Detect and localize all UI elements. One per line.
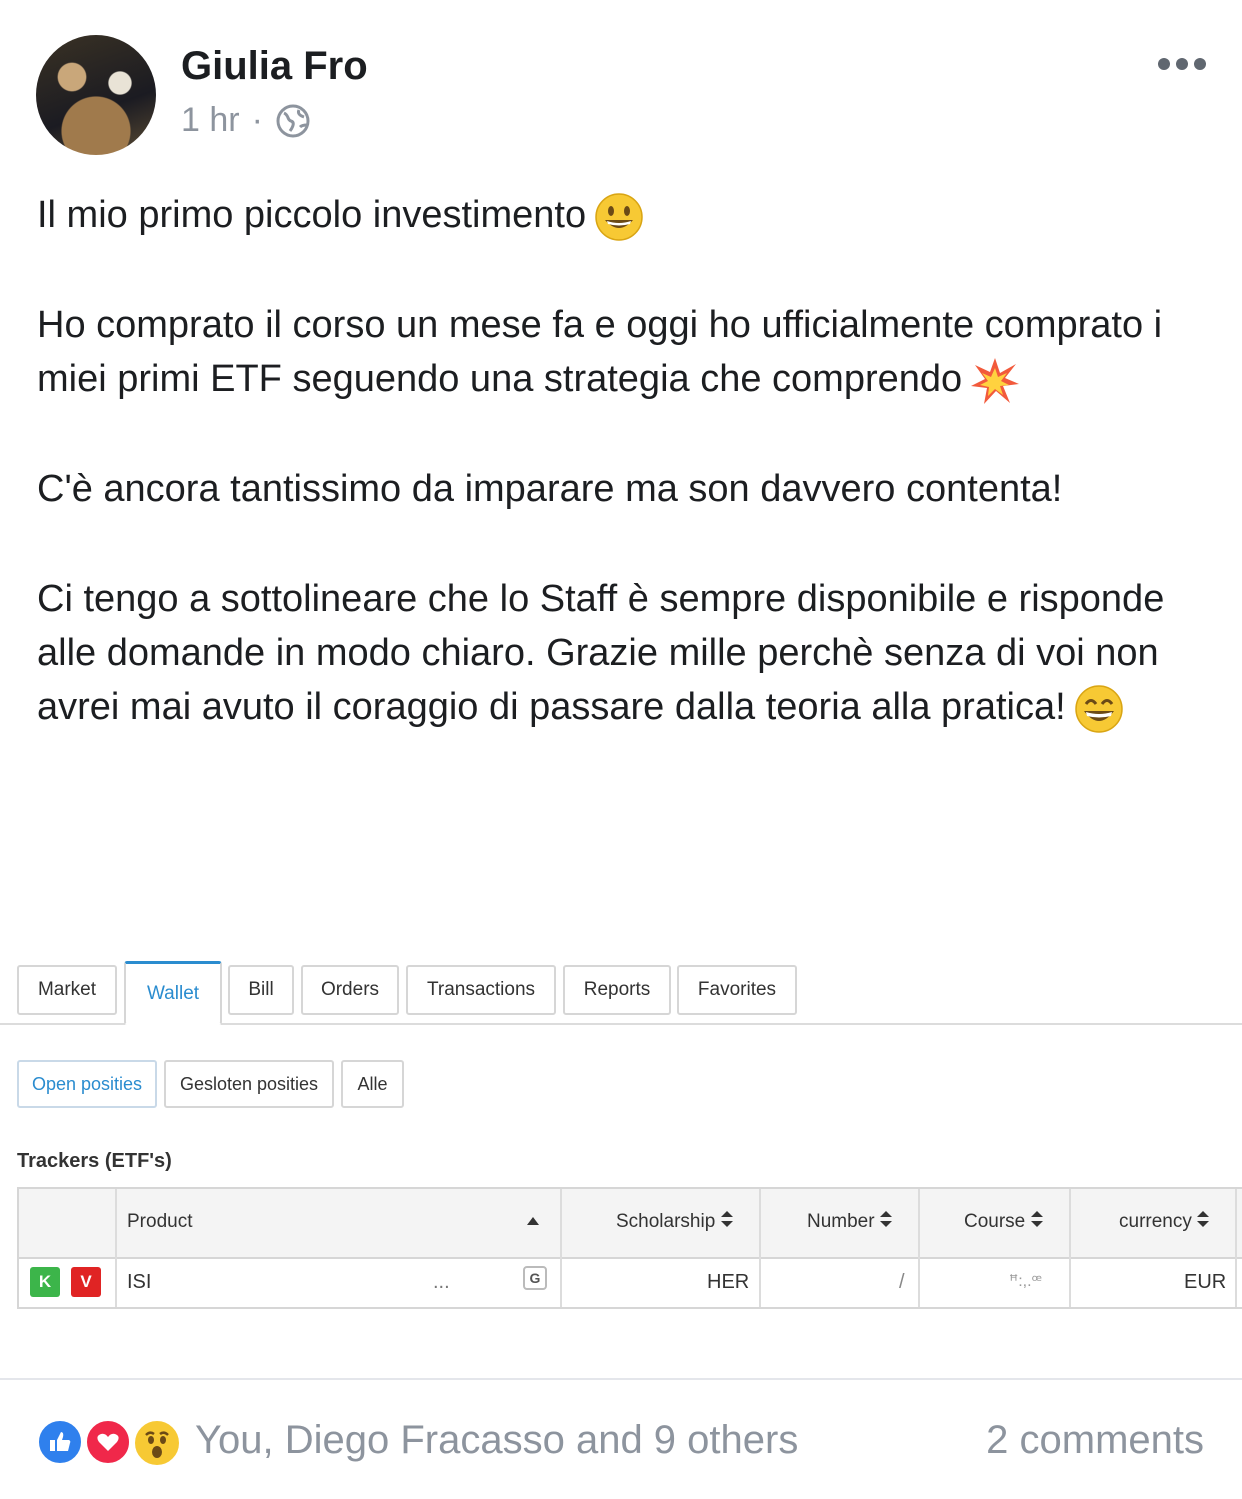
positions-table: Product Scholarship Number Course curren…	[17, 1187, 1242, 1309]
grinning-face-big-eyes-icon	[1074, 685, 1123, 733]
sort-both-icon	[720, 1211, 733, 1227]
post-paragraph-2: Ho comprato il corso un mese fa e oggi h…	[37, 298, 1217, 406]
tab-favorites[interactable]: Favorites	[677, 965, 797, 1015]
sort-both-icon	[1030, 1211, 1043, 1227]
cell-scholarship: HER	[707, 1271, 750, 1293]
buy-button[interactable]: K	[30, 1267, 60, 1297]
sell-button[interactable]: V	[71, 1267, 101, 1297]
post-time[interactable]: 1 hr	[181, 101, 240, 140]
column-header-scholarship[interactable]: Scholarship	[616, 1211, 733, 1233]
column-header-number[interactable]: Number	[807, 1211, 892, 1233]
collision-icon	[971, 357, 1020, 404]
tab-reports[interactable]: Reports	[563, 965, 671, 1015]
column-header-currency[interactable]: currency	[1119, 1211, 1210, 1233]
tab-bill[interactable]: Bill	[228, 965, 294, 1015]
tab-wallet[interactable]: Wallet	[124, 961, 222, 1025]
footer-divider	[0, 1378, 1242, 1380]
post-paragraph-3: C'è ancora tantissimo da imparare ma son…	[37, 468, 1063, 510]
sort-both-icon	[1197, 1211, 1210, 1227]
post-body: Il mio primo piccolo investimento Ho com…	[37, 188, 1217, 734]
wow-icon	[132, 1418, 182, 1468]
g-button[interactable]: G	[523, 1266, 547, 1290]
subtab-open-posities[interactable]: Open posities	[17, 1060, 157, 1108]
grinning-face-icon	[595, 193, 643, 241]
meta-separator: ·	[251, 101, 263, 139]
sort-up-icon[interactable]	[527, 1217, 539, 1225]
avatar[interactable]	[36, 35, 156, 155]
sort-both-icon	[879, 1211, 892, 1227]
post-paragraph-4: Ci tengo a sottolineare che lo Staff è s…	[37, 572, 1217, 734]
cell-course: ꟸ:,.ꟹ	[1009, 1273, 1042, 1290]
love-icon	[84, 1418, 132, 1466]
subtab-alle[interactable]: Alle	[341, 1060, 404, 1108]
tab-orders[interactable]: Orders	[301, 965, 399, 1015]
subtab-gesloten-posities[interactable]: Gesloten posities	[164, 1060, 334, 1108]
tab-market[interactable]: Market	[17, 965, 117, 1015]
author-name[interactable]: Giulia Fro	[181, 44, 368, 89]
reaction-icons[interactable]	[36, 1418, 186, 1468]
cell-number: /	[899, 1271, 905, 1293]
cell-product[interactable]: ISI	[127, 1271, 151, 1294]
cell-ellipsis: ...	[433, 1271, 450, 1293]
like-icon	[36, 1418, 84, 1466]
column-header-course[interactable]: Course	[964, 1211, 1043, 1233]
more-options-icon[interactable]	[1158, 58, 1206, 70]
post-meta: 1 hr ·	[181, 101, 311, 140]
column-header-product[interactable]: Product	[127, 1211, 192, 1233]
cell-currency: EUR	[1184, 1271, 1227, 1293]
section-title: Trackers (ETF's)	[17, 1150, 172, 1172]
reactions-summary[interactable]: You, Diego Fracasso and 9 others	[195, 1418, 798, 1463]
comments-count[interactable]: 2 comments	[986, 1418, 1204, 1463]
post-paragraph-1: Il mio primo piccolo investimento	[37, 188, 1217, 242]
tab-transactions[interactable]: Transactions	[406, 965, 556, 1015]
globe-icon[interactable]	[275, 103, 311, 139]
